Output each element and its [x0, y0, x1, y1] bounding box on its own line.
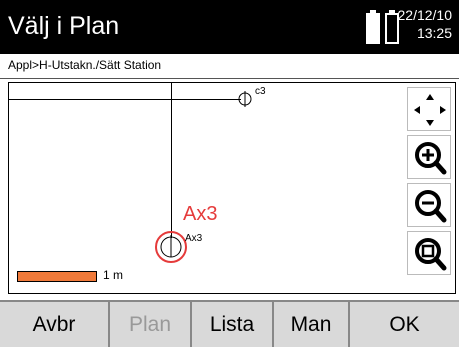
zoom-out-icon: [415, 190, 447, 223]
breadcrumb-text: Appl>H-Utstakn./Sätt Station: [8, 58, 162, 72]
time-text: 13:25: [416, 25, 452, 41]
manual-button[interactable]: Man: [274, 302, 350, 347]
plan-button: Plan: [110, 302, 192, 347]
battery-full-icon: [366, 10, 380, 44]
point-ax3-label: Ax3: [185, 233, 203, 244]
plan-line-horizontal: [9, 99, 241, 100]
pan-icon: [414, 94, 446, 126]
zoom-in-button[interactable]: [407, 135, 451, 179]
date-text: 22/12/10: [397, 7, 453, 23]
datetime: 22/12/10 13:25: [398, 6, 453, 42]
ok-button[interactable]: OK: [350, 302, 459, 347]
screen: Välj i Plan 22/12/10 13:25 Appl>H-Utstak…: [0, 0, 459, 347]
point-ax3-marker[interactable]: [153, 229, 189, 265]
breadcrumb: Appl>H-Utstakn./Sätt Station: [0, 54, 459, 79]
softkey-bar: Avbr Plan Lista Man OK: [0, 300, 459, 347]
zoom-in-icon: [415, 142, 447, 175]
list-button[interactable]: Lista: [192, 302, 274, 347]
pan-button[interactable]: [407, 87, 451, 131]
scale-label: 1 m: [103, 268, 124, 282]
plan-view[interactable]: c3 Ax3 Ax3 1 m: [8, 82, 456, 294]
point-c3-label: c3: [255, 86, 266, 97]
zoom-fit-button[interactable]: [407, 231, 451, 275]
selected-point-label: Ax3: [183, 203, 218, 225]
page-title: Välj i Plan: [8, 12, 120, 40]
scale-bar: [17, 271, 97, 282]
title-bar: Välj i Plan 22/12/10 13:25: [0, 0, 459, 54]
zoom-out-button[interactable]: [407, 183, 451, 227]
zoom-fit-icon: [415, 238, 447, 271]
cancel-button[interactable]: Avbr: [0, 302, 110, 347]
point-c3-marker[interactable]: [237, 91, 253, 107]
plan-line-vertical: [171, 83, 172, 238]
